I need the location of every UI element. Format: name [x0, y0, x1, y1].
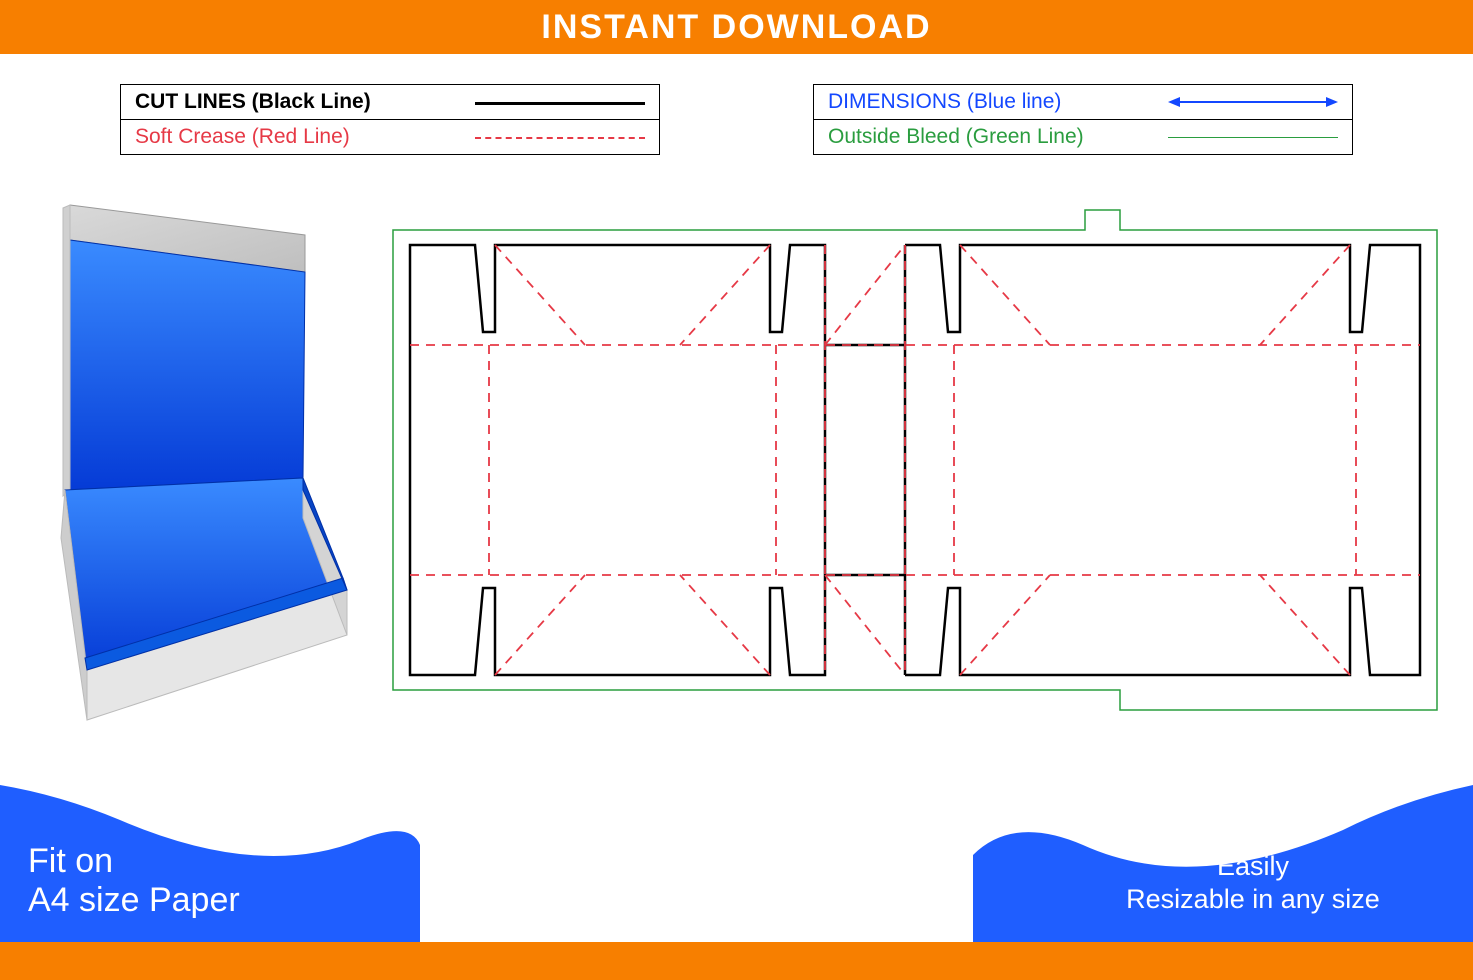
legend-dim-label: DIMENSIONS (Blue line) — [828, 90, 1168, 114]
legend-row-cut: CUT LINES (Black Line) — [121, 85, 659, 119]
footer-left-line2: A4 size Paper — [28, 881, 240, 920]
footer-left-line1: Fit on — [28, 842, 240, 881]
footer-left-text: Fit on A4 size Paper — [28, 842, 240, 920]
main-area — [0, 170, 1473, 860]
legend-cut-sample — [475, 92, 645, 112]
arrow-icon — [1168, 92, 1338, 112]
legend-cut-label: CUT LINES (Black Line) — [135, 90, 475, 114]
dieline-template — [385, 200, 1445, 720]
header-title: INSTANT DOWNLOAD — [541, 8, 931, 47]
legend-row-crease: Soft Crease (Red Line) — [121, 119, 659, 154]
box-3d-illustration — [25, 190, 365, 740]
legend-crease-sample — [475, 127, 645, 147]
footer-right-line2: Resizable in any size — [1073, 883, 1433, 915]
legend-row-bleed: Outside Bleed (Green Line) — [814, 119, 1352, 154]
legend-box-right: DIMENSIONS (Blue line) Outside Bleed (Gr… — [813, 84, 1353, 155]
header-bar: INSTANT DOWNLOAD — [0, 0, 1473, 54]
legend-dim-sample — [1168, 92, 1338, 112]
footer-right-line1: Easily — [1073, 850, 1433, 882]
legend-bleed-sample — [1168, 127, 1338, 147]
legend-crease-label: Soft Crease (Red Line) — [135, 125, 475, 149]
legend-row-dim: DIMENSIONS (Blue line) — [814, 85, 1352, 119]
footer-right-text: Easily Resizable in any size — [1073, 850, 1433, 915]
legend-box-left: CUT LINES (Black Line) Soft Crease (Red … — [120, 84, 660, 155]
legend-area: CUT LINES (Black Line) Soft Crease (Red … — [0, 54, 1473, 155]
footer-bar — [0, 942, 1473, 980]
legend-bleed-label: Outside Bleed (Green Line) — [828, 125, 1168, 149]
